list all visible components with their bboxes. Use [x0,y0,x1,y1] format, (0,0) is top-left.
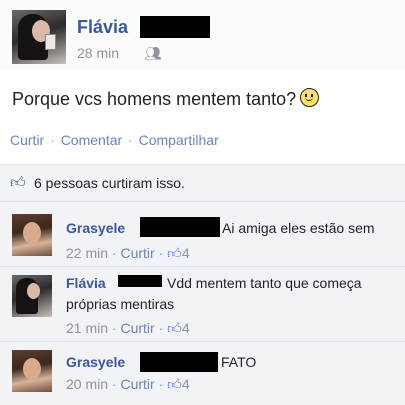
post-author-name[interactable]: Flávia [77,17,128,38]
thumbs-up-icon: 👍︎ [167,245,182,261]
comment-like-count[interactable]: 4 [182,320,190,336]
comment-like-button[interactable]: Curtir [120,245,154,261]
redaction-bar [140,16,210,38]
comment-author[interactable]: Grasyele [66,220,125,236]
likes-summary: 👍︎ 6 pessoas curtiram isso. [0,164,405,202]
comment-like-button[interactable]: Curtir [120,320,154,336]
comment-text: Ai amiga eles estão sem [222,220,375,236]
redaction-bar [118,275,162,287]
comment-text-continued: próprias mentiras [66,296,175,312]
author-avatar[interactable] [12,10,66,64]
comment-timestamp[interactable]: 22 min [66,245,108,261]
smiley-icon [300,88,320,107]
comment-text: Vdd mentem tanto que começa [167,275,362,291]
commenter-avatar[interactable] [12,275,52,317]
comment-author[interactable]: Flávia [66,275,106,291]
redaction-bar [140,352,218,372]
comment-like-count[interactable]: 4 [182,376,190,392]
post-text: Porque vcs homens mentem tanto? [12,88,320,110]
commenter-avatar[interactable] [12,214,52,256]
likes-count-text[interactable]: 6 pessoas curtiram isso. [34,175,185,191]
share-action[interactable]: Compartilhar [139,132,219,148]
like-action[interactable]: Curtir [10,132,44,148]
comment-meta: 20 min · Curtir · 👍︎4 [66,376,190,392]
comment-like-count[interactable]: 4 [182,245,190,261]
post-timestamp[interactable]: 28 min [77,45,119,61]
redaction-bar [140,217,220,237]
thumbs-up-icon: 👍︎ [167,320,182,336]
comment-author[interactable]: Grasyele [66,354,125,370]
thumbs-up-icon: 👍︎ [10,174,26,191]
comment-timestamp[interactable]: 21 min [66,320,108,336]
comment-item: Grasyele FATO 20 min · Curtir · 👍︎4 [0,342,405,405]
post-header: Flávia 28 min 👥︎ [0,0,405,70]
comment-like-button[interactable]: Curtir [120,376,154,392]
comment-meta: 21 min · Curtir · 👍︎4 [66,320,190,336]
friends-icon: 👥︎ [144,45,162,61]
comment-item: Grasyele Ai amiga eles estão sem 22 min … [0,202,405,267]
post-actions: Curtir · Comentar · Compartilhar [10,132,219,148]
comment-meta: 22 min · Curtir · 👍︎4 [66,245,190,261]
comment-item: Flávia Vdd mentem tanto que começa própr… [0,267,405,342]
thumbs-up-icon: 👍︎ [167,376,182,392]
comment-timestamp[interactable]: 20 min [66,376,108,392]
comment-text: FATO [221,354,257,370]
comment-action[interactable]: Comentar [61,132,122,148]
commenter-avatar[interactable] [12,350,52,392]
